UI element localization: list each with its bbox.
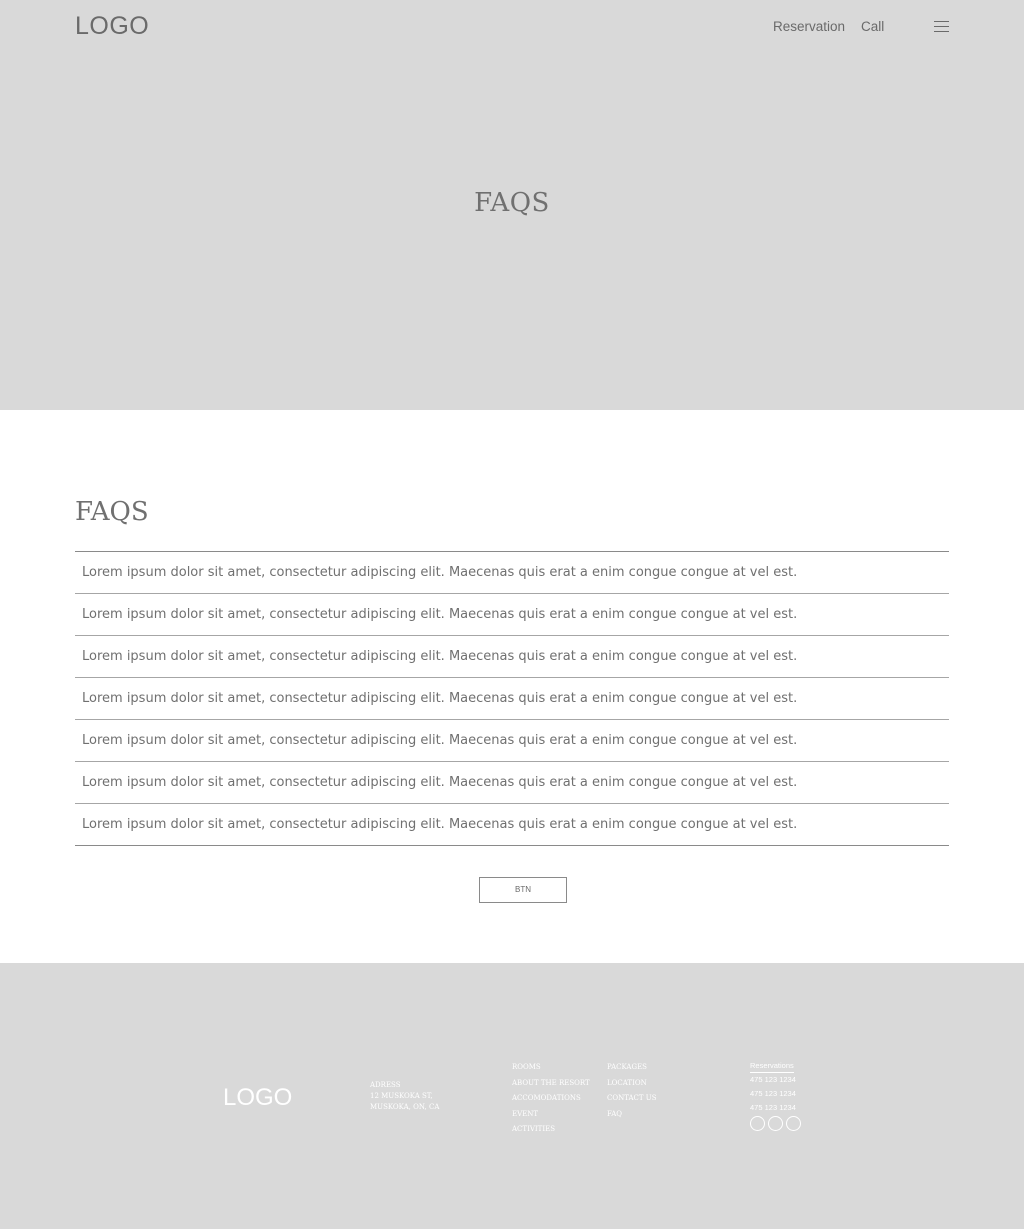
footer-link-contact[interactable]: CONTACT US	[607, 1091, 657, 1107]
footer-link-about[interactable]: ABOUT THE RESORT	[512, 1076, 590, 1092]
social-icon-1[interactable]	[750, 1116, 765, 1131]
nav-reservation-link[interactable]: Reservation	[773, 19, 845, 34]
footer-links-column-1: ROOMS ABOUT THE RESORT ACCOMODATIONS EVE…	[512, 1060, 590, 1138]
hamburger-menu-icon[interactable]	[934, 21, 949, 32]
address-line-2: MUSKOKA, ON, CA	[370, 1103, 440, 1111]
phone-number[interactable]: 475 123 1234	[750, 1073, 796, 1087]
social-icon-3[interactable]	[786, 1116, 801, 1131]
faq-item[interactable]: Lorem ipsum dolor sit amet, consectetur …	[75, 636, 949, 678]
social-icon-2[interactable]	[768, 1116, 783, 1131]
phone-number[interactable]: 475 123 1234	[750, 1087, 796, 1101]
footer-link-accomodations[interactable]: ACCOMODATIONS	[512, 1091, 590, 1107]
footer-contact: Reservations 475 123 1234 475 123 1234 4…	[750, 1060, 796, 1115]
footer-link-faq[interactable]: FAQ	[607, 1107, 657, 1123]
footer-link-packages[interactable]: PACKAGES	[607, 1060, 657, 1076]
footer-links-column-2: PACKAGES LOCATION CONTACT US FAQ	[607, 1060, 657, 1122]
footer: LOGO ADRESS 12 MUSKOKA ST, MUSKOKA, ON, …	[0, 963, 1024, 1229]
faq-item[interactable]: Lorem ipsum dolor sit amet, consectetur …	[75, 804, 949, 845]
address-line-1: 12 MUSKOKA ST,	[370, 1092, 433, 1100]
hero-title: FAQS	[474, 188, 550, 218]
phone-number[interactable]: 475 123 1234	[750, 1101, 796, 1115]
reservations-link[interactable]: Reservations	[750, 1060, 794, 1073]
footer-logo[interactable]: LOGO	[223, 1084, 292, 1112]
hero-section: LOGO Reservation Call FAQS	[0, 0, 1024, 410]
faq-list: Lorem ipsum dolor sit amet, consectetur …	[75, 551, 949, 846]
footer-link-location[interactable]: LOCATION	[607, 1076, 657, 1092]
footer-link-activities[interactable]: ACTIVITIES	[512, 1122, 590, 1138]
nav-call-link[interactable]: Call	[861, 19, 884, 34]
faq-item[interactable]: Lorem ipsum dolor sit amet, consectetur …	[75, 678, 949, 720]
faq-item[interactable]: Lorem ipsum dolor sit amet, consectetur …	[75, 594, 949, 636]
footer-address: ADRESS 12 MUSKOKA ST, MUSKOKA, ON, CA	[370, 1080, 439, 1113]
faq-item[interactable]: Lorem ipsum dolor sit amet, consectetur …	[75, 762, 949, 804]
faq-item[interactable]: Lorem ipsum dolor sit amet, consectetur …	[75, 552, 949, 594]
address-label: ADRESS	[370, 1081, 401, 1089]
footer-link-event[interactable]: EVENT	[512, 1107, 590, 1123]
faq-more-button[interactable]: BTN	[479, 877, 567, 903]
footer-link-rooms[interactable]: ROOMS	[512, 1060, 590, 1076]
faq-item[interactable]: Lorem ipsum dolor sit amet, consectetur …	[75, 720, 949, 762]
faq-heading: FAQS	[75, 497, 149, 527]
header-logo[interactable]: LOGO	[75, 12, 149, 41]
